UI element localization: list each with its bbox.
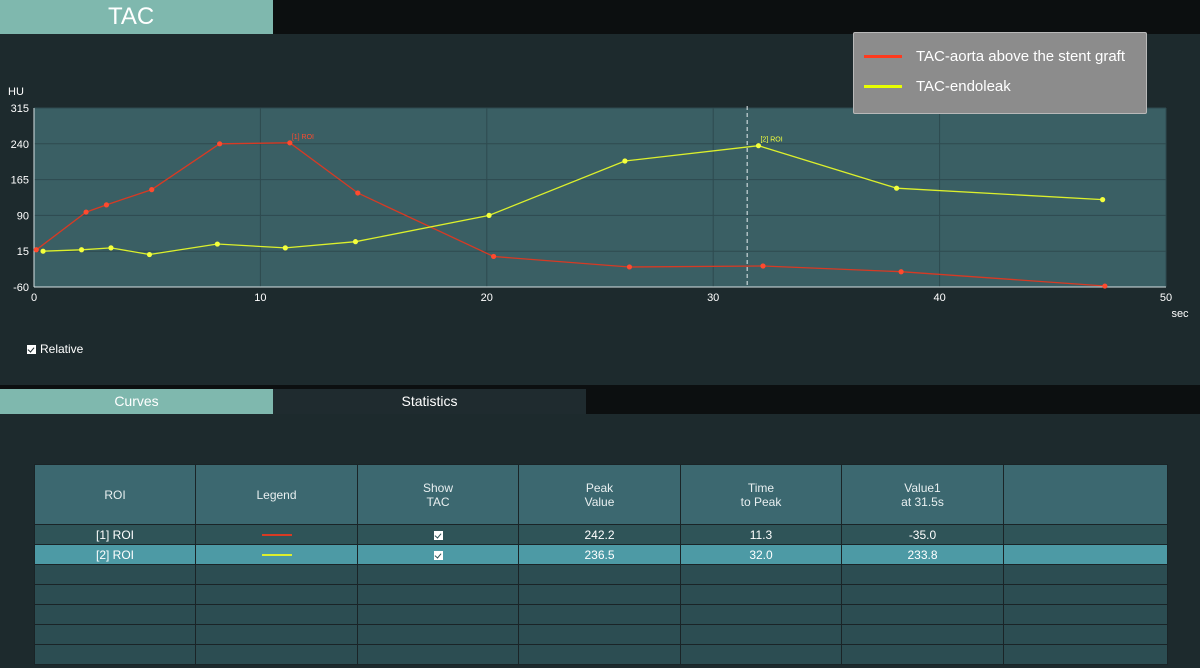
data-point [78, 247, 85, 253]
y-tick-label: 240 [11, 139, 29, 151]
peak-value-cell: 236.5 [518, 544, 681, 565]
roi-cell: [2] ROI [34, 544, 196, 565]
data-point [108, 245, 114, 251]
tab-curves[interactable]: Curves [0, 389, 273, 414]
window-title-tab: TAC [0, 0, 273, 34]
x-tick-label: 50 [1160, 292, 1172, 304]
y-tick-label: 315 [11, 103, 29, 115]
x-tick-label: 0 [31, 292, 37, 304]
y-axis-label: HU [8, 86, 24, 98]
data-point [898, 269, 904, 275]
legend-swatch-endoleak [864, 84, 902, 88]
y-tick-label: 15 [17, 246, 29, 258]
roi-statistics-table: ROI Legend Show TAC Peak Value Time to P… [34, 464, 1168, 665]
y-tick-label: 90 [17, 210, 29, 222]
table-row-empty [34, 624, 1168, 645]
legend-cell [195, 544, 358, 565]
legend-item-aorta: TAC-aorta above the stent graft [864, 46, 1125, 66]
legend-label-endoleak: TAC-endoleak [916, 77, 1011, 95]
table-row-empty [34, 644, 1168, 665]
series-peak-label: [2] ROI [760, 137, 782, 144]
data-point [355, 190, 361, 196]
tab-statistics[interactable]: Statistics [273, 389, 586, 414]
data-point [103, 202, 110, 208]
show-tac-checkbox[interactable] [433, 550, 443, 560]
header-empty [1003, 464, 1168, 525]
header-time-to-peak[interactable]: Time to Peak [680, 464, 842, 525]
time-to-peak-cell: 32.0 [680, 544, 842, 565]
show-tac-cell[interactable] [357, 544, 519, 565]
legend-line [261, 534, 292, 537]
relative-label: Relative [40, 342, 84, 356]
series-peak-label: [1] ROI [292, 134, 314, 141]
data-point [486, 212, 492, 218]
peak-value-cell: 242.2 [518, 524, 681, 545]
data-point [490, 253, 497, 260]
data-point [149, 187, 155, 193]
data-point [83, 209, 89, 215]
y-tick-label: 165 [11, 175, 29, 187]
legend-item-endoleak: TAC-endoleak [864, 76, 1011, 96]
value1-cell: -35.0 [841, 524, 1004, 545]
data-point [40, 248, 46, 254]
data-point [760, 263, 766, 269]
legend-line [261, 554, 292, 557]
show-tac-checkbox[interactable] [433, 530, 443, 540]
data-point [217, 141, 223, 147]
header-roi[interactable]: ROI [34, 464, 196, 525]
data-point [287, 140, 293, 146]
time-to-peak-cell: 11.3 [680, 524, 842, 545]
table-header-row: ROI Legend Show TAC Peak Value Time to P… [34, 464, 1168, 525]
data-point [626, 264, 633, 270]
data-point [214, 241, 220, 247]
header-value1[interactable]: Value1 at 31.5s [841, 464, 1004, 525]
data-point [33, 247, 39, 253]
table-row[interactable]: [1] ROI 242.2 11.3 -35.0 [34, 524, 1168, 545]
data-point [352, 239, 359, 245]
empty-cell [1003, 544, 1168, 565]
chart-legend: TAC-aorta above the stent graft TAC-endo… [853, 32, 1147, 114]
header-show-tac[interactable]: Show TAC [357, 464, 519, 525]
value1-cell: 233.8 [841, 544, 1004, 565]
x-tick-label: 10 [254, 292, 266, 304]
relative-checkbox[interactable] [27, 344, 36, 354]
plot-area [34, 108, 1166, 287]
data-point [622, 158, 628, 164]
legend-swatch-aorta [864, 54, 902, 58]
data-point [893, 185, 900, 191]
data-point [282, 245, 288, 251]
data-point [146, 251, 153, 258]
table-row-empty [34, 604, 1168, 625]
table-row-empty [34, 564, 1168, 585]
data-point [1102, 283, 1108, 289]
empty-cell [1003, 524, 1168, 545]
x-tick-label: 40 [933, 292, 945, 304]
x-tick-label: 30 [707, 292, 719, 304]
relative-toggle[interactable]: Relative [27, 342, 83, 356]
header-peak-value[interactable]: Peak Value [518, 464, 681, 525]
data-point [755, 143, 762, 149]
data-point [1100, 197, 1106, 203]
table-row-empty [34, 584, 1168, 605]
x-axis-label: sec [1171, 308, 1189, 320]
y-tick-label: -60 [13, 282, 29, 294]
show-tac-cell[interactable] [357, 524, 519, 545]
legend-label-aorta: TAC-aorta above the stent graft [916, 47, 1125, 65]
x-tick-label: 20 [481, 292, 493, 304]
legend-cell [195, 524, 358, 545]
roi-cell: [1] ROI [34, 524, 196, 545]
header-legend[interactable]: Legend [195, 464, 358, 525]
table-row[interactable]: [2] ROI 236.5 32.0 233.8 [34, 544, 1168, 565]
